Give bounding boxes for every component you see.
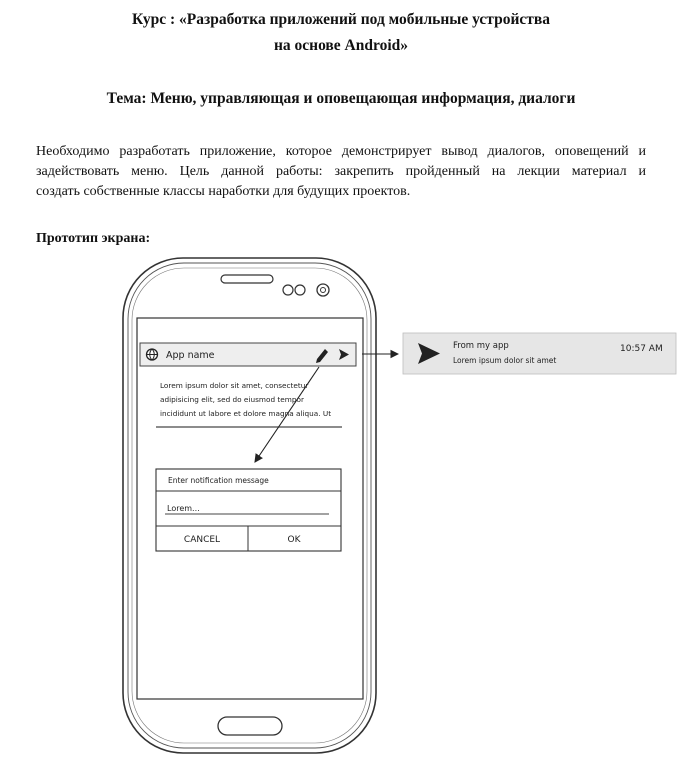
- content-line-1: Lorem ipsum dolor sit amet, consectetur: [160, 381, 308, 390]
- home-button[interactable]: [217, 716, 283, 736]
- ok-button[interactable]: OK: [288, 535, 302, 545]
- notification-time: 10:57 AM: [620, 344, 663, 354]
- app-bar-title: App name: [166, 350, 215, 361]
- content-line-3: incididunt ut labore et dolore magna ali…: [160, 409, 331, 418]
- dialog-input[interactable]: Lorem...: [167, 504, 200, 513]
- notification-text: Lorem ipsum dolor sit amet: [453, 356, 556, 365]
- globe-icon: [145, 348, 159, 361]
- content-line-2: adipisicing elit, sed do eiusmod tempor: [160, 395, 304, 404]
- dialog-title: Enter notification message: [168, 476, 269, 485]
- prototype-sketch: App name Lorem ipsum dolor sit amet, con…: [122, 257, 677, 754]
- cancel-button[interactable]: CANCEL: [184, 535, 220, 545]
- notification-title: From my app: [453, 341, 509, 351]
- earpiece-speaker: [220, 274, 274, 284]
